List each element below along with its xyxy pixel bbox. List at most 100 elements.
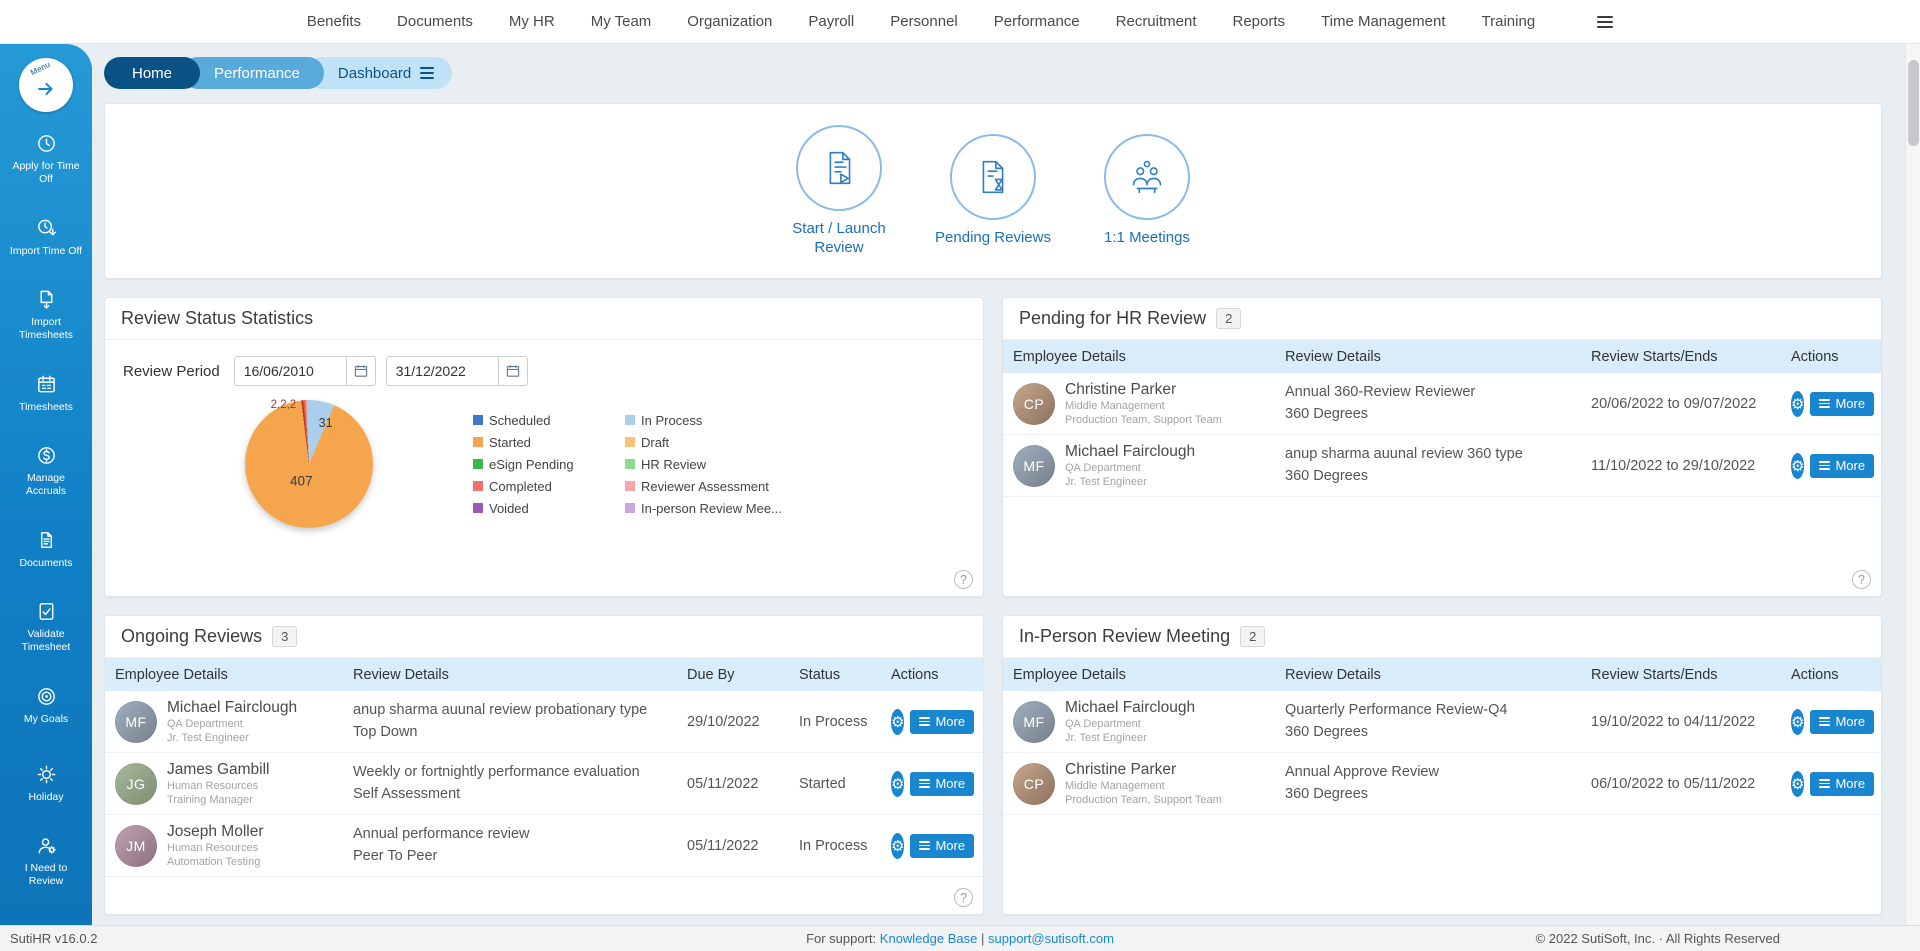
more-button[interactable]: More [1810, 710, 1874, 734]
sidebar-item-manage-accruals[interactable]: Manage Accruals [0, 432, 92, 510]
more-button[interactable]: More [1810, 454, 1874, 478]
one-on-one-meetings-button[interactable]: 1:1 Meetings [1076, 134, 1218, 248]
date-from-calendar-button[interactable] [346, 356, 376, 386]
sidebar-item-apply-time-off[interactable]: Apply for Time Off [0, 120, 92, 198]
nav-item-personnel[interactable]: Personnel [890, 13, 958, 30]
employee-name: James Gambill [167, 760, 270, 779]
nav-item-training[interactable]: Training [1482, 13, 1536, 30]
more-button[interactable]: More [1810, 392, 1874, 416]
table-row: JM Joseph Moller Human Resources Automat… [105, 815, 983, 877]
employee-title: Jr. Test Engineer [167, 731, 297, 745]
employee-title: Training Manager [167, 793, 270, 807]
employee-department: QA Department [1065, 717, 1195, 731]
sidebar-item-validate-timesheet[interactable]: Validate Timesheet [0, 588, 92, 666]
more-button[interactable]: More [910, 772, 974, 796]
gear-icon: ⚙ [1791, 457, 1804, 475]
review-type: Self Assessment [353, 784, 667, 805]
employee-name: Christine Parker [1065, 380, 1222, 399]
nav-item-reports[interactable]: Reports [1233, 13, 1286, 30]
pie-label-in-process: 31 [319, 416, 333, 430]
nav-item-payroll[interactable]: Payroll [808, 13, 854, 30]
column-header: Status [789, 660, 881, 690]
sidebar-item-label: Import Time Off [9, 245, 83, 258]
review-name: Quarterly Performance Review-Q4 [1285, 700, 1571, 721]
pending-reviews-button[interactable]: Pending Reviews [922, 134, 1064, 248]
knowledge-base-link[interactable]: Knowledge Base [880, 931, 978, 946]
employee-department: Human Resources [167, 841, 264, 855]
date-from-input[interactable] [234, 356, 346, 386]
sidebar-item-i-need-to-review[interactable]: I Need to Review [0, 822, 92, 900]
main-content: Home Performance Dashboard Start / Launc… [92, 44, 1904, 925]
in-person-review-meeting-card: In-Person Review Meeting 2 Employee Deta… [1002, 615, 1882, 915]
menu-icon [919, 779, 930, 788]
employee-department: Human Resources [167, 779, 270, 793]
review-type: Peer To Peer [353, 846, 667, 867]
sidebar-item-import-timesheets[interactable]: Import Timesheets [0, 276, 92, 354]
nav-item-performance[interactable]: Performance [994, 13, 1080, 30]
support-email-link[interactable]: support@sutisoft.com [988, 931, 1114, 946]
more-button[interactable]: More [1810, 772, 1874, 796]
breadcrumb-dashboard[interactable]: Dashboard [306, 57, 452, 89]
nav-item-benefits[interactable]: Benefits [307, 13, 361, 30]
sidebar-item-import-time-off[interactable]: Import Time Off [0, 198, 92, 276]
nav-item-organization[interactable]: Organization [687, 13, 772, 30]
employee-name: Christine Parker [1065, 760, 1222, 779]
legend-swatch [473, 437, 483, 447]
sidebar-item-holiday[interactable]: Holiday [0, 744, 92, 822]
help-icon[interactable]: ? [954, 570, 973, 589]
vertical-scrollbar[interactable] [1905, 44, 1920, 925]
scrollbar-thumb[interactable] [1908, 60, 1919, 146]
settings-button[interactable]: ⚙ [1791, 709, 1804, 735]
sidebar-item-timesheets[interactable]: Timesheets [0, 354, 92, 432]
sidebar-item-documents[interactable]: Documents [0, 510, 92, 588]
support-text: For support: Knowledge Base | support@su… [806, 931, 1114, 946]
nav-item-time-management[interactable]: Time Management [1321, 13, 1446, 30]
sun-icon [35, 763, 58, 786]
help-icon[interactable]: ? [954, 888, 973, 907]
sidebar-menu-button[interactable]: Menu [19, 58, 73, 112]
date-to-calendar-button[interactable] [498, 356, 528, 386]
review-status-pie-chart: 2,2,2 31 407 [245, 400, 373, 528]
count-badge: 2 [1216, 308, 1241, 329]
settings-button[interactable]: ⚙ [1791, 771, 1804, 797]
review-dates: 20/06/2022 to 09/07/2022 [1581, 390, 1781, 418]
sidebar-item-my-goals[interactable]: My Goals [0, 666, 92, 744]
nav-item-my-hr[interactable]: My HR [509, 13, 555, 30]
more-button[interactable]: More [910, 834, 974, 858]
due-date: 05/11/2022 [677, 770, 789, 798]
card-header: Review Status Statistics [105, 298, 983, 340]
breadcrumb-home[interactable]: Home [104, 57, 200, 89]
settings-button[interactable]: ⚙ [1791, 453, 1804, 479]
legend-swatch [473, 459, 483, 469]
breadcrumb-performance[interactable]: Performance [182, 57, 324, 89]
column-header: Actions [1781, 660, 1881, 690]
settings-button[interactable]: ⚙ [891, 833, 904, 859]
card-title: Ongoing Reviews [121, 626, 262, 647]
settings-button[interactable]: ⚙ [1791, 391, 1804, 417]
more-button[interactable]: More [910, 710, 974, 734]
quick-actions-panel: Start / Launch Review Pending Reviews 1:… [104, 103, 1882, 279]
pie-chart [245, 400, 373, 528]
legend-item: eSign Pending [473, 457, 625, 472]
nav-item-my-team[interactable]: My Team [591, 13, 652, 30]
column-header: Employee Details [1003, 342, 1275, 372]
nav-item-documents[interactable]: Documents [397, 13, 473, 30]
settings-button[interactable]: ⚙ [891, 709, 904, 735]
avatar: MF [1013, 701, 1055, 743]
review-name: Annual Approve Review [1285, 762, 1571, 783]
legend-item: Reviewer Assessment [625, 479, 815, 494]
pending-reviews-icon [970, 154, 1016, 200]
help-icon[interactable]: ? [1852, 570, 1871, 589]
footer: SutiHR v16.0.2 For support: Knowledge Ba… [0, 925, 1920, 951]
menu-icon [1819, 779, 1830, 788]
review-name: Weekly or fortnightly performance evalua… [353, 762, 667, 783]
status: Started [789, 770, 881, 798]
review-name: Annual 360-Review Reviewer [1285, 382, 1571, 403]
hamburger-menu-icon[interactable] [1597, 16, 1613, 28]
nav-item-recruitment[interactable]: Recruitment [1116, 13, 1197, 30]
dashboard-menu-icon[interactable] [420, 67, 434, 79]
start-launch-review-button[interactable]: Start / Launch Review [768, 125, 910, 258]
settings-button[interactable]: ⚙ [891, 771, 904, 797]
employee-title: Jr. Test Engineer [1065, 475, 1195, 489]
date-to-input[interactable] [386, 356, 498, 386]
